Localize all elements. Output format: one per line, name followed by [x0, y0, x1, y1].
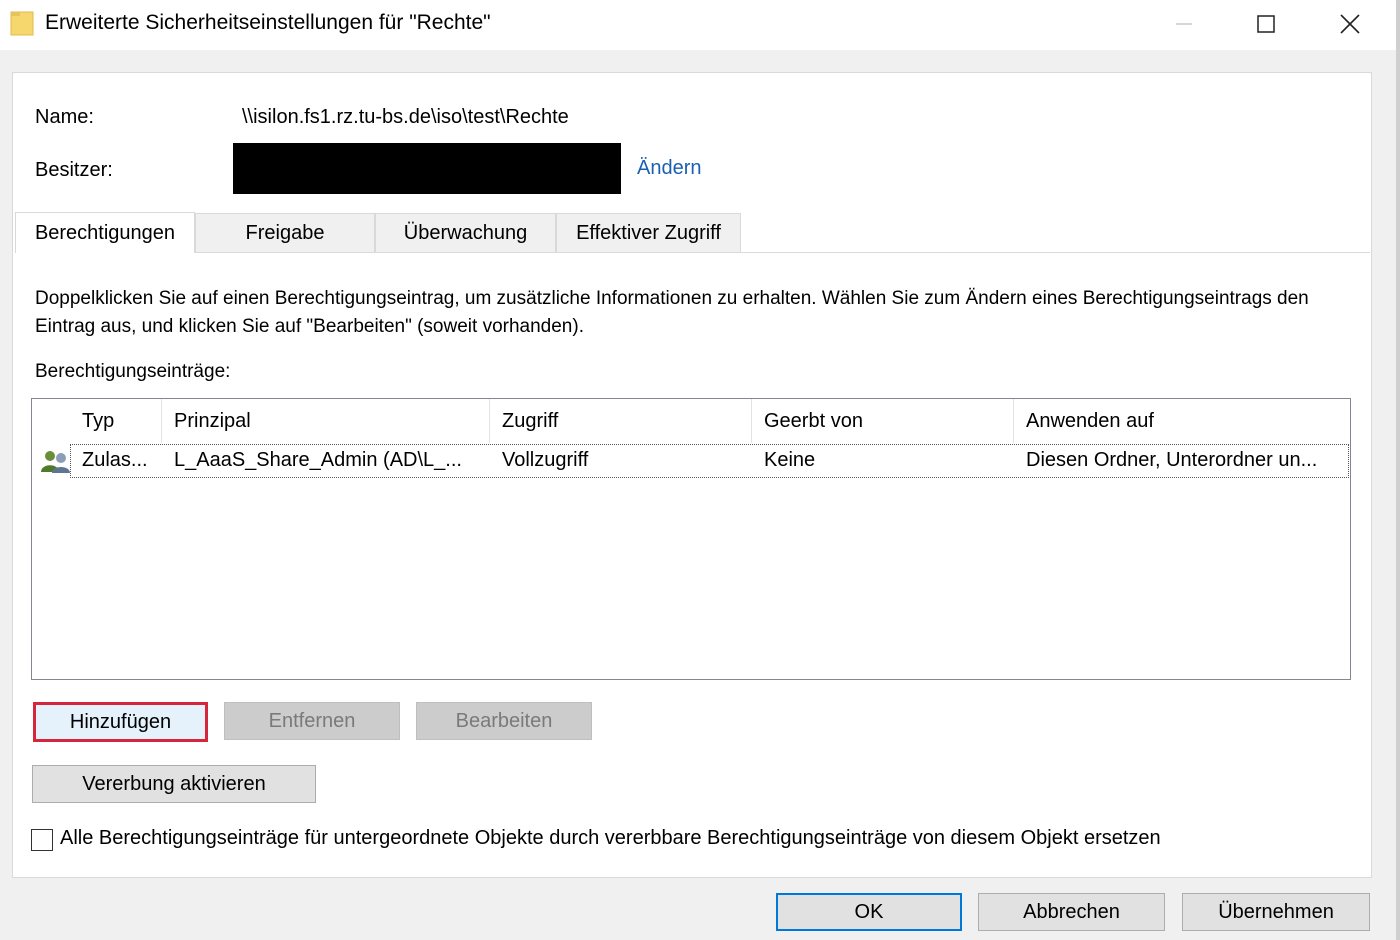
- folder-icon: [10, 11, 34, 36]
- column-header-applies-to[interactable]: Anwenden auf: [1014, 399, 1350, 443]
- tab-share[interactable]: Freigabe: [195, 213, 375, 252]
- replace-child-permissions-checkbox[interactable]: [31, 829, 53, 851]
- cell-principal: L_AaaS_Share_Admin (AD\L_...: [174, 449, 462, 471]
- tab-permissions[interactable]: Berechtigungen: [15, 212, 195, 253]
- window-edge: [1396, 0, 1400, 940]
- enable-inheritance-button[interactable]: Vererbung aktivieren: [32, 765, 316, 803]
- cancel-button[interactable]: Abbrechen: [978, 893, 1165, 931]
- minimize-icon: [1176, 23, 1192, 25]
- replace-child-permissions-label[interactable]: Alle Berechtigungseinträge für untergeor…: [60, 827, 1161, 850]
- maximize-button[interactable]: [1224, 0, 1308, 48]
- maximize-icon: [1257, 15, 1275, 33]
- owner-label: Besitzer:: [35, 159, 113, 181]
- minimize-button[interactable]: [1142, 0, 1226, 48]
- cell-applies-to: Diesen Ordner, Unterordner un...: [1026, 449, 1318, 471]
- ok-button[interactable]: OK: [776, 893, 962, 931]
- name-value: \\isilon.fs1.rz.tu-bs.de\iso\test\Rechte: [242, 106, 569, 128]
- title-bar: Erweiterte Sicherheitseinstellungen für …: [0, 0, 1400, 50]
- cell-type: Zulas...: [82, 449, 148, 471]
- permission-entries-label: Berechtigungseinträge:: [35, 361, 231, 382]
- add-button[interactable]: Hinzufügen: [33, 702, 208, 742]
- cell-inherited-from: Keine: [764, 449, 816, 471]
- description-text: Doppelklicken Sie auf einen Berechtigung…: [35, 288, 1309, 337]
- permission-entries-list[interactable]: Typ Prinzipal Zugriff Geerbt von Anwende…: [31, 398, 1351, 680]
- remove-button[interactable]: Entfernen: [224, 702, 400, 740]
- owner-value-redacted: [233, 143, 621, 194]
- column-header-type[interactable]: Typ: [70, 399, 162, 443]
- column-header-access[interactable]: Zugriff: [490, 399, 752, 443]
- column-header-principal[interactable]: Prinzipal: [162, 399, 490, 443]
- column-header-inherited-from[interactable]: Geerbt von: [752, 399, 1014, 443]
- name-label: Name:: [35, 106, 94, 128]
- close-icon: [1340, 14, 1360, 34]
- close-button[interactable]: [1308, 0, 1392, 48]
- cell-access: Vollzugriff: [502, 449, 589, 471]
- change-owner-link[interactable]: Ändern: [637, 157, 702, 180]
- tab-strip-line: [15, 252, 1370, 253]
- apply-button[interactable]: Übernehmen: [1182, 893, 1370, 931]
- window-title: Erweiterte Sicherheitseinstellungen für …: [45, 11, 491, 34]
- tab-effective-access[interactable]: Effektiver Zugriff: [556, 213, 741, 252]
- tab-auditing[interactable]: Überwachung: [375, 213, 556, 252]
- users-icon: [41, 451, 70, 473]
- edit-button[interactable]: Bearbeiten: [416, 702, 592, 740]
